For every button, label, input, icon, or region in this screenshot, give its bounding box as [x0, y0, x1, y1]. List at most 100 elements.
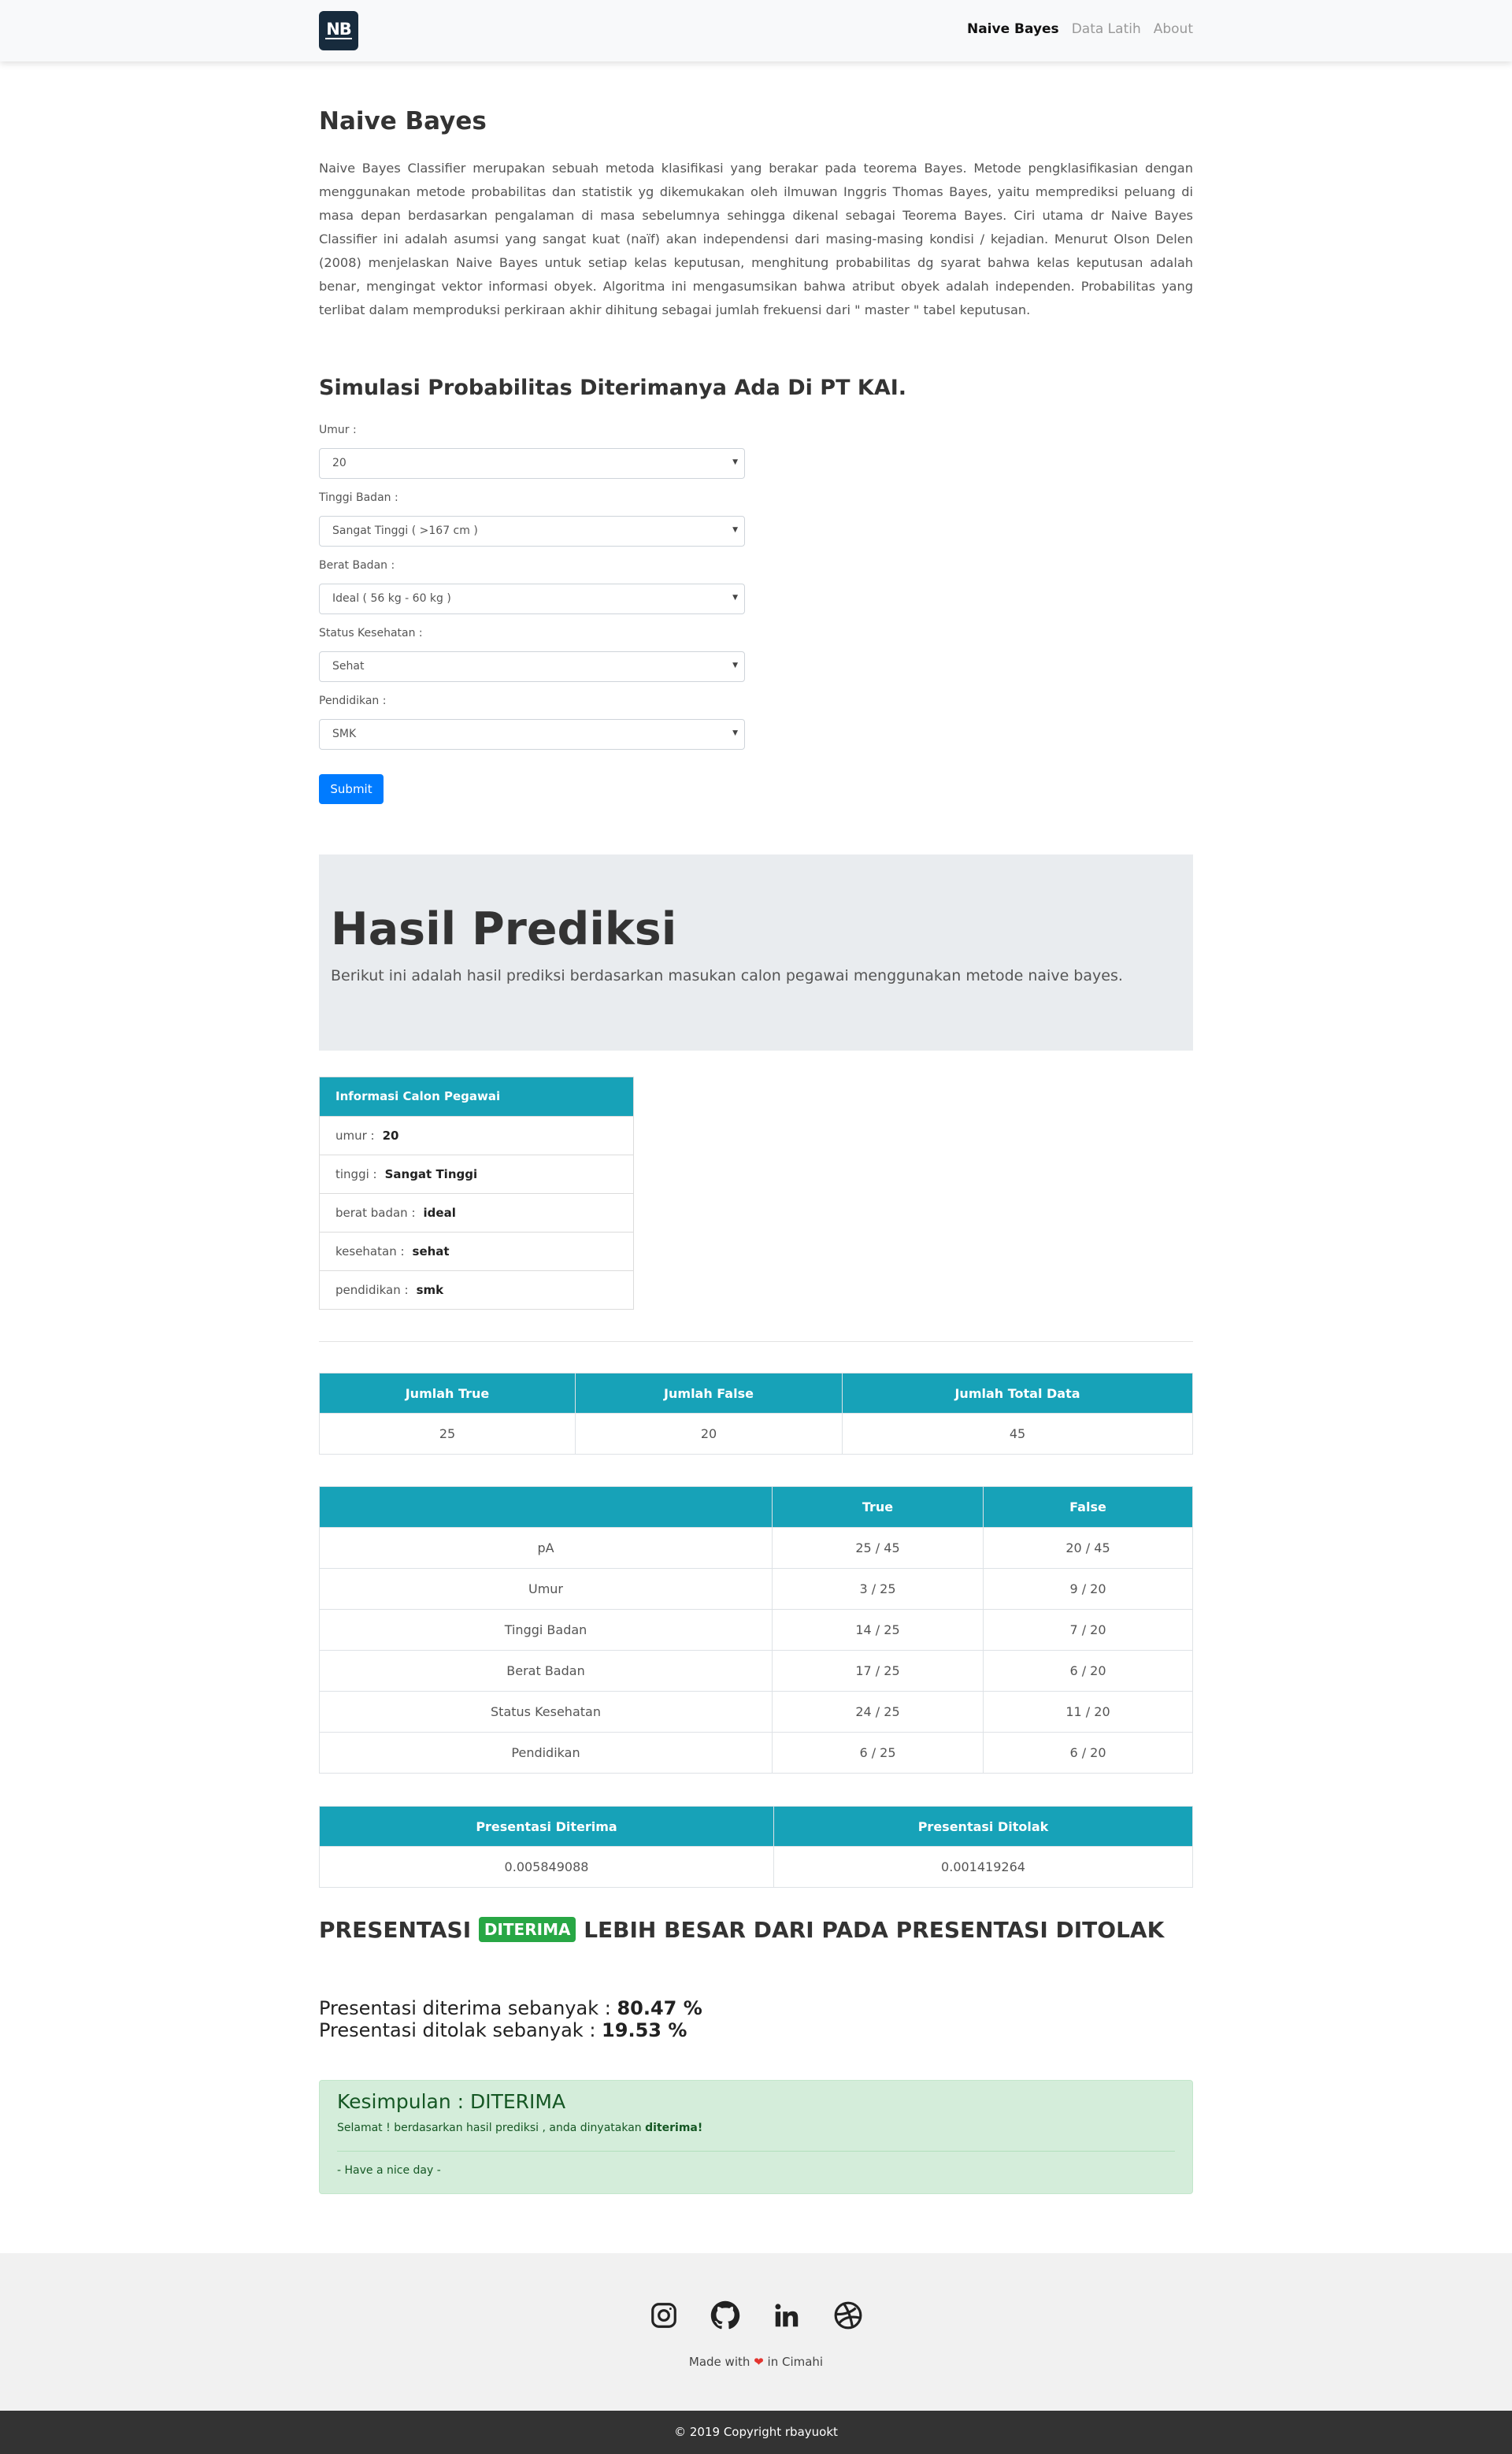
- linkedin-icon[interactable]: [772, 2300, 802, 2330]
- column-header: Presentasi Diterima: [319, 1806, 774, 1847]
- pendidikan-select[interactable]: SMK ▼: [319, 719, 745, 750]
- berat-badan-select-value: Ideal ( 56 kg - 60 kg ): [332, 592, 451, 605]
- table-row: Pendidikan 6 / 25 6 / 20: [319, 1732, 1193, 1774]
- tinggi-badan-select[interactable]: Sangat Tinggi ( >167 cm ) ▼: [319, 516, 745, 547]
- brand-logo[interactable]: NB: [319, 11, 358, 50]
- divider: [319, 1341, 1193, 1342]
- info-value: sehat: [412, 1244, 450, 1259]
- kesimpulan-alert: Kesimpulan : DITERIMA Selamat ! berdasar…: [319, 2080, 1193, 2194]
- umur-select[interactable]: 20 ▼: [319, 448, 745, 479]
- table-cell: Berat Badan: [319, 1650, 773, 1692]
- table-row: Berat Badan 17 / 25 6 / 20: [319, 1650, 1193, 1692]
- table-cell: 45: [842, 1413, 1193, 1455]
- nav-link-about[interactable]: About: [1154, 21, 1193, 37]
- column-header: Presentasi Ditolak: [773, 1806, 1193, 1847]
- table-cell: 14 / 25: [772, 1609, 984, 1651]
- info-value: 20: [382, 1129, 399, 1143]
- submit-button[interactable]: Submit: [319, 774, 384, 804]
- pendidikan-select-value: SMK: [332, 728, 357, 740]
- pendidikan-label: Pendidikan :: [319, 695, 387, 707]
- brand-text: NB: [325, 20, 352, 39]
- table-cell: 6 / 20: [983, 1650, 1193, 1692]
- kesimpulan-footer: - Have a nice day -: [337, 2164, 441, 2177]
- column-header: True: [772, 1486, 984, 1528]
- berat-badan-select[interactable]: Ideal ( 56 kg - 60 kg ) ▼: [319, 584, 745, 614]
- table-cell: Tinggi Badan: [319, 1609, 773, 1651]
- table-cell: 6 / 20: [983, 1732, 1193, 1774]
- table-row: Tinggi Badan 14 / 25 7 / 20: [319, 1609, 1193, 1651]
- table-header-row: Jumlah True Jumlah False Jumlah Total Da…: [319, 1373, 1193, 1414]
- nav-link-data-latih[interactable]: Data Latih: [1072, 21, 1141, 37]
- caret-down-icon: ▼: [732, 729, 738, 737]
- table-cell: 9 / 20: [983, 1568, 1193, 1610]
- info-label: umur :: [335, 1129, 375, 1143]
- hasil-jumbotron: Hasil Prediksi Berikut ini adalah hasil …: [319, 854, 1193, 1051]
- table-cell: 0.001419264: [773, 1846, 1193, 1888]
- social-icons: [0, 2300, 1512, 2330]
- table-cell: 20: [575, 1413, 843, 1455]
- table-row: Umur 3 / 25 9 / 20: [319, 1568, 1193, 1610]
- status-kesehatan-select[interactable]: Sehat ▼: [319, 651, 745, 682]
- hasil-title: Hasil Prediksi: [331, 903, 677, 955]
- table-row: 0.005849088 0.001419264: [319, 1846, 1193, 1888]
- hasil-subtitle: Berikut ini adalah hasil prediksi berdas…: [331, 967, 1123, 984]
- table-row: Status Kesehatan 24 / 25 11 / 20: [319, 1691, 1193, 1733]
- made-with-suffix: in Cimahi: [767, 2355, 824, 2369]
- table-cell: pA: [319, 1527, 773, 1569]
- info-label: kesehatan :: [335, 1244, 405, 1259]
- column-header: Jumlah True: [319, 1373, 576, 1414]
- kesimpulan-message-text: Selamat ! berdasarkan hasil prediksi , a…: [337, 2122, 642, 2134]
- made-with-prefix: Made with: [688, 2355, 750, 2369]
- form-title: Simulasi Probabilitas Diterimanya Ada Di…: [319, 376, 907, 400]
- caret-down-icon: ▼: [732, 458, 738, 466]
- page-title: Naive Bayes: [319, 107, 487, 135]
- table-cell: 11 / 20: [983, 1691, 1193, 1733]
- table-cell: 3 / 25: [772, 1568, 984, 1610]
- nav-links: Naive Bayes Data Latih About: [967, 21, 1193, 37]
- column-header: Jumlah Total Data: [842, 1373, 1193, 1414]
- dribbble-icon[interactable]: [833, 2300, 863, 2330]
- table-cell: 25 / 45: [772, 1527, 984, 1569]
- info-card-header: Informasi Calon Pegawai: [320, 1077, 633, 1116]
- presentasi-diterima-line: Presentasi diterima sebanyak : 80.47 %: [319, 1997, 702, 2019]
- list-item: berat badan : ideal: [320, 1193, 633, 1232]
- info-value: ideal: [423, 1206, 456, 1220]
- table-cell: Pendidikan: [319, 1732, 773, 1774]
- instagram-icon[interactable]: [649, 2300, 679, 2330]
- list-item: umur : 20: [320, 1116, 633, 1155]
- caret-down-icon: ▼: [732, 662, 738, 669]
- divider: [337, 2151, 1175, 2152]
- presentasi-table: Presentasi Diterima Presentasi Ditolak 0…: [319, 1806, 1193, 1888]
- kesimpulan-message: Selamat ! berdasarkan hasil prediksi , a…: [337, 2122, 702, 2134]
- kesimpulan-title: Kesimpulan : DITERIMA: [337, 2090, 566, 2113]
- presentasi-ditolak-value: 19.53 %: [602, 2019, 687, 2041]
- table-cell: 20 / 45: [983, 1527, 1193, 1569]
- berat-badan-label: Berat Badan :: [319, 559, 395, 572]
- presentasi-ditolak-line: Presentasi ditolak sebanyak : 19.53 %: [319, 2019, 687, 2041]
- table-cell: 7 / 20: [983, 1609, 1193, 1651]
- info-label: pendidikan :: [335, 1283, 409, 1297]
- made-with-text: Made with ❤ in Cimahi: [0, 2355, 1512, 2369]
- table-cell: Umur: [319, 1568, 773, 1610]
- presentasi-diterima-value: 80.47 %: [617, 1997, 702, 2019]
- info-label: tinggi :: [335, 1167, 377, 1181]
- github-icon[interactable]: [710, 2300, 740, 2330]
- counts-table: Jumlah True Jumlah False Jumlah Total Da…: [319, 1373, 1193, 1455]
- status-kesehatan-label: Status Kesehatan :: [319, 627, 423, 639]
- table-row: 25 20 45: [319, 1413, 1193, 1455]
- info-label: berat badan :: [335, 1206, 416, 1220]
- table-cell: 6 / 25: [772, 1732, 984, 1774]
- nav-link-naive-bayes[interactable]: Naive Bayes: [967, 21, 1059, 37]
- kesimpulan-message-bold: diterima!: [645, 2122, 703, 2134]
- tinggi-badan-label: Tinggi Badan :: [319, 491, 398, 504]
- column-header: [319, 1486, 773, 1528]
- caret-down-icon: ▼: [732, 594, 738, 602]
- navbar: NB Naive Bayes Data Latih About: [0, 0, 1512, 61]
- heart-icon: ❤: [754, 2355, 764, 2369]
- list-item: pendidikan : smk: [320, 1270, 633, 1309]
- info-card: Informasi Calon Pegawai umur : 20 tinggi …: [319, 1077, 634, 1310]
- presentasi-ditolak-label: Presentasi ditolak sebanyak :: [319, 2019, 596, 2041]
- verdict-heading: PRESENTASI DITERIMA LEBIH BESAR DARI PAD…: [319, 1917, 1164, 1943]
- table-cell: 17 / 25: [772, 1650, 984, 1692]
- table-row: pA 25 / 45 20 / 45: [319, 1527, 1193, 1569]
